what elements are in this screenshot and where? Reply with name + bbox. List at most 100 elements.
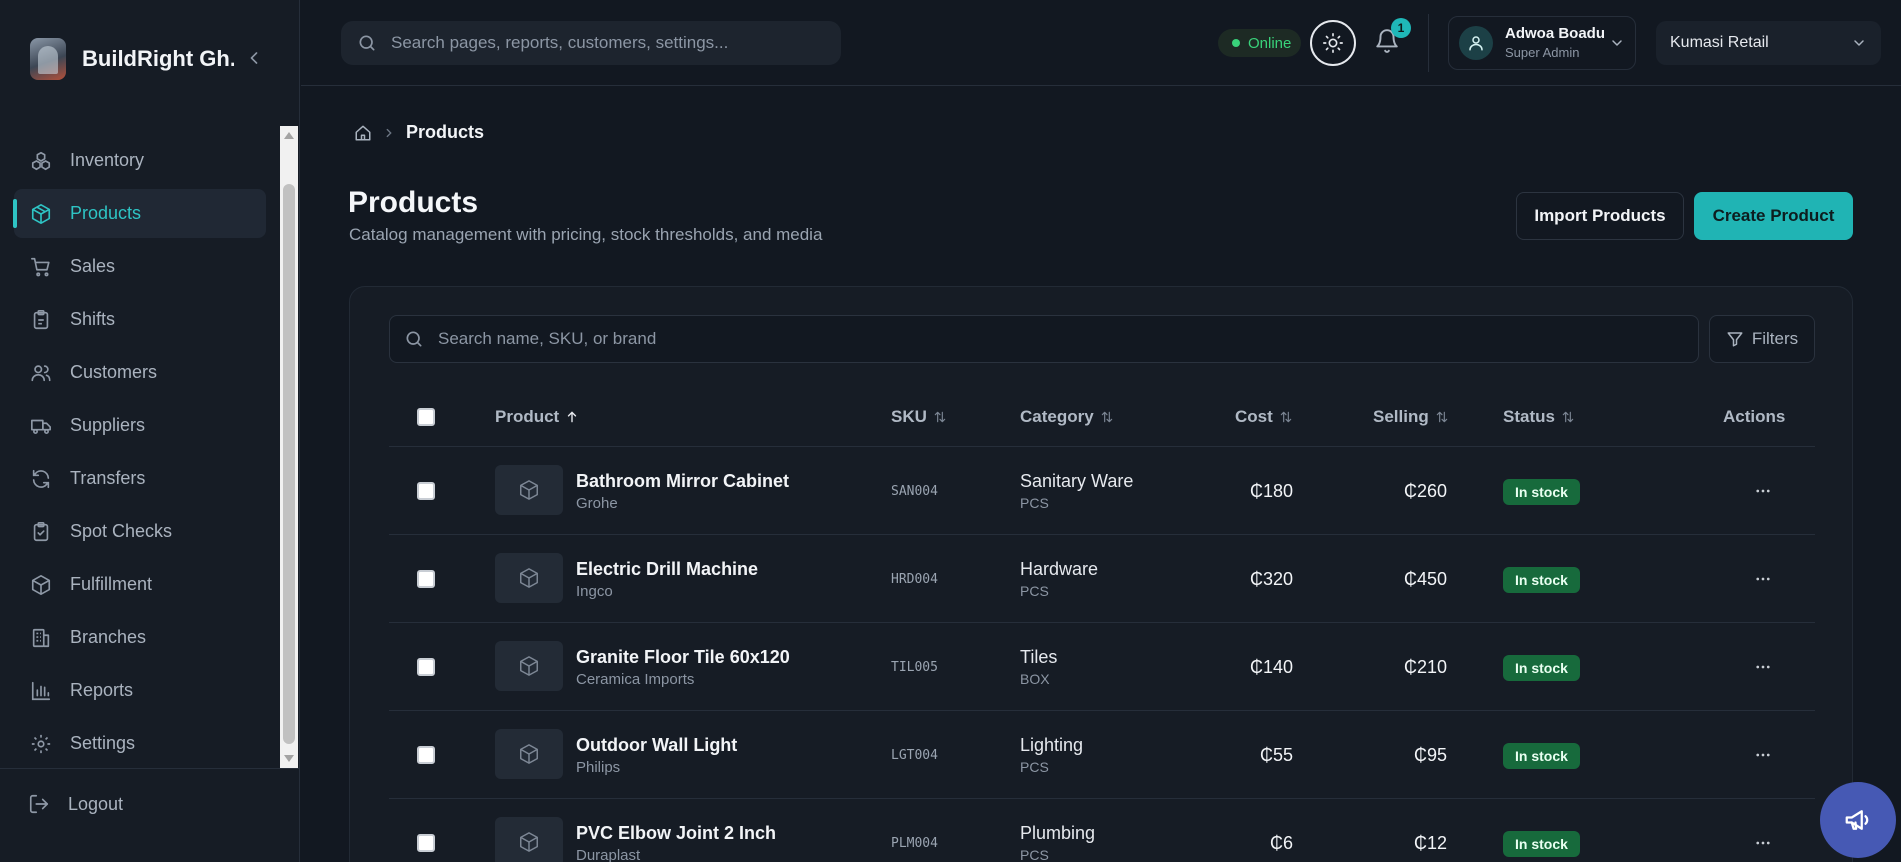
sidebar-item-branches[interactable]: Branches — [14, 613, 266, 662]
scroll-down-arrow[interactable] — [284, 755, 294, 762]
user-name: Adwoa Boadu — [1505, 25, 1605, 43]
row-checkbox[interactable] — [417, 570, 435, 588]
table-body: Bathroom Mirror Cabinet Grohe SAN004 San… — [389, 447, 1815, 862]
more-horizontal-icon — [1754, 482, 1772, 500]
sidebar-item-label: Products — [70, 203, 142, 223]
scroll-up-arrow[interactable] — [284, 132, 294, 139]
column-label: Actions — [1723, 407, 1786, 426]
column-selling[interactable]: Selling — [1373, 387, 1449, 447]
sidebar-item-fulfillment[interactable]: Fulfillment — [14, 560, 266, 609]
search-icon — [404, 329, 424, 349]
create-product-button[interactable]: Create Product — [1694, 192, 1853, 240]
product-sku: SAN004 — [891, 484, 938, 499]
product-category: Hardware — [1020, 559, 1099, 579]
product-sku: HRD004 — [891, 572, 938, 587]
status-badge: In stock — [1503, 831, 1580, 857]
table-search[interactable] — [389, 315, 1699, 363]
more-actions-button[interactable] — [1751, 831, 1775, 855]
product-sku: TIL005 — [891, 660, 938, 675]
product-cost: ₵6 — [1269, 833, 1293, 853]
column-sku[interactable]: SKU — [891, 387, 947, 447]
announcements-fab[interactable] — [1820, 782, 1896, 858]
sidebar-item-settings[interactable]: Settings — [14, 719, 266, 768]
user-menu[interactable]: Adwoa Boadu Super Admin — [1448, 16, 1636, 70]
sidebar-item-transfers[interactable]: Transfers — [14, 454, 266, 503]
sidebar-item-suppliers[interactable]: Suppliers — [14, 401, 266, 450]
sidebar-scrollbar[interactable] — [280, 126, 298, 768]
column-label: Category — [1020, 407, 1094, 426]
table-row[interactable]: Bathroom Mirror Cabinet Grohe SAN004 San… — [389, 447, 1815, 535]
sidebar-item-products[interactable]: Products — [13, 189, 266, 238]
scroll-thumb[interactable] — [283, 184, 295, 744]
collapse-sidebar-icon[interactable] — [244, 48, 264, 68]
product-sku: LGT004 — [891, 748, 938, 763]
sidebar-item-label: Customers — [70, 362, 158, 382]
row-checkbox[interactable] — [417, 482, 435, 500]
table-row[interactable]: PVC Elbow Joint 2 Inch Duraplast PLM004 … — [389, 799, 1815, 862]
sidebar-item-customers[interactable]: Customers — [14, 348, 266, 397]
select-all-checkbox-cell — [417, 387, 435, 447]
sidebar-item-shifts[interactable]: Shifts — [14, 295, 266, 344]
more-actions-button[interactable] — [1751, 743, 1775, 767]
sidebar-item-reports[interactable]: Reports — [14, 666, 266, 715]
column-product[interactable]: Product — [495, 387, 579, 447]
product-name[interactable]: PVC Elbow Joint 2 Inch — [576, 823, 776, 844]
package-check-icon — [30, 574, 52, 596]
product-brand: Duraplast — [576, 847, 641, 862]
sidebar-item-inventory[interactable]: Inventory — [14, 136, 266, 185]
column-label: Status — [1503, 407, 1555, 426]
sidebar-item-label: Sales — [70, 256, 116, 276]
column-cost[interactable]: Cost — [1235, 387, 1293, 447]
table-row[interactable]: Electric Drill Machine Ingco HRD004 Hard… — [389, 535, 1815, 623]
more-horizontal-icon — [1754, 746, 1772, 764]
box-icon — [518, 655, 540, 677]
global-search-input[interactable] — [391, 33, 831, 53]
sidebar-item-label: Fulfillment — [70, 574, 153, 594]
column-category[interactable]: Category — [1020, 387, 1114, 447]
more-horizontal-icon — [1754, 570, 1772, 588]
brand[interactable]: BuildRight Gh... — [30, 38, 234, 80]
product-name[interactable]: Outdoor Wall Light — [576, 735, 737, 756]
more-actions-button[interactable] — [1751, 567, 1775, 591]
product-name[interactable]: Granite Floor Tile 60x120 — [576, 647, 790, 668]
sidebar-item-label: Spot Checks — [70, 521, 173, 541]
page-title: Products — [348, 186, 479, 219]
sort-icon — [1100, 410, 1114, 424]
product-thumbnail — [495, 465, 563, 515]
theme-toggle-button[interactable] — [1310, 20, 1356, 66]
select-all-checkbox[interactable] — [417, 408, 435, 426]
product-name[interactable]: Electric Drill Machine — [576, 559, 758, 580]
sidebar-item-sales[interactable]: Sales — [14, 242, 266, 291]
sidebar-item-label: Branches — [70, 627, 147, 647]
column-actions: Actions — [1723, 387, 1785, 447]
chevron-down-icon — [1609, 35, 1625, 51]
brand-logo — [30, 38, 66, 80]
branch-select[interactable]: Kumasi Retail — [1656, 21, 1881, 65]
logout-button[interactable]: Logout — [28, 784, 123, 824]
product-sku: PLM004 — [891, 836, 938, 851]
product-brand: Ceramica Imports — [576, 671, 695, 688]
sidebar-item-label: Transfers — [70, 468, 146, 488]
sidebar-item-spot-checks[interactable]: Spot Checks — [14, 507, 266, 556]
product-unit: PCS — [1020, 495, 1049, 511]
more-actions-button[interactable] — [1751, 655, 1775, 679]
row-checkbox[interactable] — [417, 658, 435, 676]
top-bar: Online 1 Adwoa Boadu Super Admin Kumasi … — [301, 0, 1901, 86]
chevron-down-icon — [1851, 35, 1867, 51]
table-search-input[interactable] — [438, 329, 1638, 349]
box-icon — [518, 479, 540, 501]
user-info: Adwoa Boadu Super Admin — [1505, 25, 1605, 61]
import-products-button[interactable]: Import Products — [1516, 192, 1684, 240]
global-search[interactable] — [341, 21, 841, 65]
product-name[interactable]: Bathroom Mirror Cabinet — [576, 471, 789, 492]
column-status[interactable]: Status — [1503, 387, 1575, 447]
row-checkbox[interactable] — [417, 746, 435, 764]
table-row[interactable]: Granite Floor Tile 60x120 Ceramica Impor… — [389, 623, 1815, 711]
row-checkbox[interactable] — [417, 834, 435, 852]
home-icon[interactable] — [354, 124, 372, 142]
product-unit: PCS — [1020, 847, 1049, 862]
table-row[interactable]: Outdoor Wall Light Philips LGT004 Lighti… — [389, 711, 1815, 799]
product-category: Tiles — [1020, 647, 1058, 667]
filters-button[interactable]: Filters — [1709, 315, 1815, 363]
more-actions-button[interactable] — [1751, 479, 1775, 503]
